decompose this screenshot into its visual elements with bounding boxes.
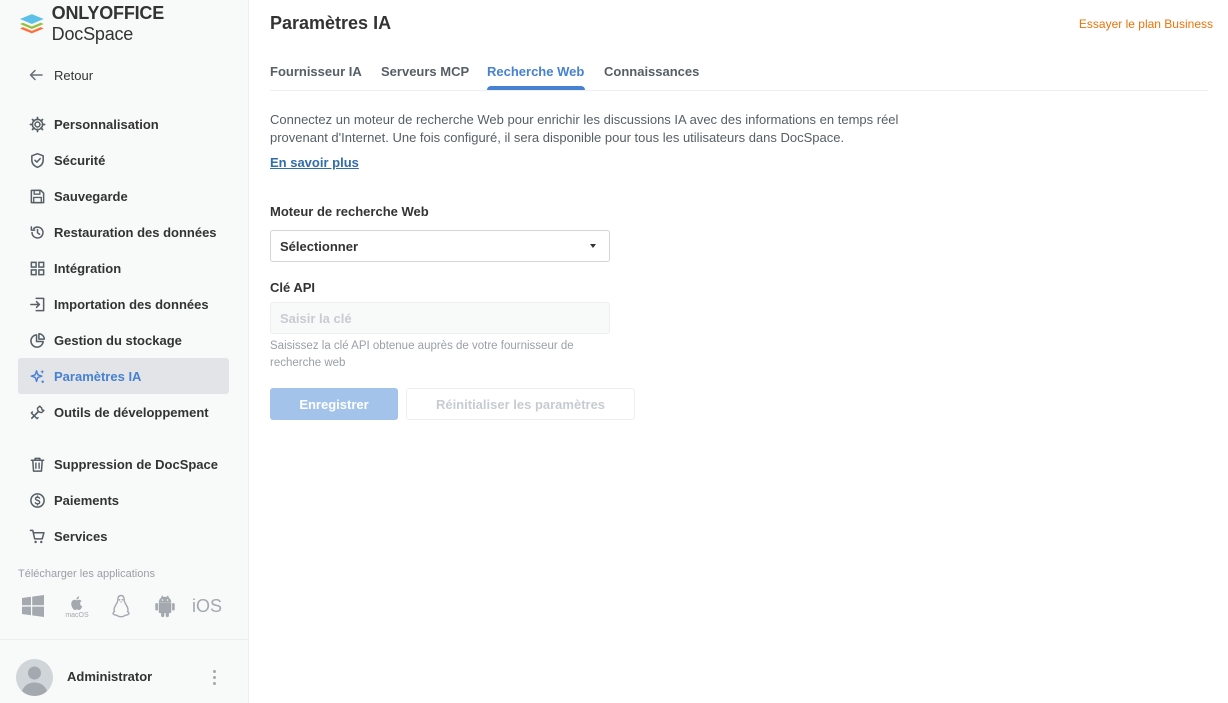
save-button[interactable]: Enregistrer — [270, 388, 398, 420]
dollar-icon — [28, 491, 46, 509]
download-apps-list: macOS iOS — [20, 592, 222, 620]
grid-icon — [28, 259, 46, 277]
sidebar-item-label: Importation des données — [54, 296, 209, 312]
avatar[interactable] — [16, 659, 53, 696]
ai-sparkle-icon — [28, 367, 46, 385]
tab-recherche-web[interactable]: Recherche Web — [487, 64, 584, 79]
chevron-down-icon — [590, 244, 596, 248]
restore-icon — [28, 223, 46, 241]
sidebar-item-restauration[interactable]: Restauration des données — [18, 214, 229, 250]
description: Connectez un moteur de recherche Web pou… — [270, 111, 970, 147]
sidebar-item-label: Sauvegarde — [54, 188, 128, 204]
api-key-input[interactable] — [270, 302, 610, 334]
back-link[interactable]: Retour — [28, 64, 93, 86]
pie-chart-icon — [28, 331, 46, 349]
brand-name: ONLYOFFICE DocSpace — [51, 3, 165, 44]
sidebar-item-outils-developpement[interactable]: Outils de développement — [18, 394, 229, 430]
profile-bar: Administrator — [0, 639, 249, 703]
more-options-icon[interactable] — [206, 666, 222, 688]
reset-settings-button[interactable]: Réinitialiser les paramètres — [406, 388, 635, 420]
arrow-left-icon — [29, 69, 43, 81]
page-title: Paramètres IA — [270, 13, 392, 33]
android-icon[interactable] — [152, 592, 178, 620]
description-line: Connectez un moteur de recherche Web pou… — [270, 112, 899, 127]
ios-icon[interactable]: iOS — [192, 596, 222, 617]
back-label: Retour — [54, 67, 94, 83]
api-key-hint: Saisissez la clé API obtenue auprès de v… — [270, 340, 574, 369]
onlyoffice-logo-icon — [19, 14, 44, 34]
sidebar-item-label: Outils de développement — [54, 404, 209, 420]
sidebar-item-sauvegarde[interactable]: Sauvegarde — [18, 178, 229, 214]
api-key-label: Clé API — [270, 280, 316, 295]
sidebar-item-label: Paramètres IA — [54, 368, 142, 384]
sidebar-item-suppression[interactable]: Suppression de DocSpace — [18, 446, 229, 482]
gear-icon — [28, 115, 46, 133]
macos-caption: macOS — [65, 611, 89, 619]
floppy-disk-icon — [28, 187, 46, 205]
sidebar-item-personnalisation[interactable]: Personnalisation — [18, 106, 229, 142]
sidebar-item-label: Services — [54, 528, 108, 544]
sidebar-item-label: Paiements — [54, 492, 120, 508]
search-engine-label: Moteur de recherche Web — [270, 204, 429, 219]
upgrade-plan-link[interactable]: Essayer le plan Business — [1079, 17, 1213, 31]
sidebar-item-label: Suppression de DocSpace — [54, 456, 218, 472]
settings-tabs: Fournisseur IA Serveurs MCP Recherche We… — [270, 60, 1208, 91]
sidebar-item-parametres-ia[interactable]: Paramètres IA — [18, 358, 229, 394]
sidebar-item-services[interactable]: Services — [18, 518, 229, 554]
search-engine-value: Sélectionner — [280, 238, 359, 254]
windows-icon[interactable] — [20, 592, 46, 620]
shield-icon — [28, 151, 46, 169]
user-name: Administrator — [67, 669, 153, 684]
tab-serveurs-mcp[interactable]: Serveurs MCP — [381, 64, 469, 79]
sidebar-item-integration[interactable]: Intégration — [18, 250, 229, 286]
description-line: provenant d'Internet. Une fois configuré… — [270, 130, 845, 145]
sidebar-item-label: Restauration des données — [54, 224, 217, 240]
tab-fournisseur-ia[interactable]: Fournisseur IA — [270, 64, 362, 79]
import-icon — [28, 295, 46, 313]
sidebar-item-label: Gestion du stockage — [54, 332, 182, 348]
sidebar: ONLYOFFICE DocSpace Retour Personnalisat… — [0, 0, 249, 703]
developer-tools-icon — [28, 403, 46, 421]
learn-more-link[interactable]: En savoir plus — [270, 155, 359, 170]
linux-icon[interactable] — [108, 592, 134, 620]
brand-logo[interactable]: ONLYOFFICE DocSpace — [18, 3, 248, 44]
active-tab-indicator — [487, 86, 585, 90]
tab-connaissances[interactable]: Connaissances — [604, 64, 699, 79]
download-apps-title: Télécharger les applications — [18, 568, 155, 580]
sidebar-item-label: Intégration — [54, 260, 122, 276]
trash-icon — [28, 455, 46, 473]
sidebar-item-label: Personnalisation — [54, 116, 159, 132]
search-engine-select[interactable]: Sélectionner — [270, 230, 610, 262]
cart-icon — [28, 527, 46, 545]
macos-icon[interactable]: macOS — [64, 592, 90, 620]
sidebar-item-stockage[interactable]: Gestion du stockage — [18, 322, 229, 358]
sidebar-item-securite[interactable]: Sécurité — [18, 142, 229, 178]
sidebar-item-paiements[interactable]: Paiements — [18, 482, 229, 518]
sidebar-item-label: Sécurité — [54, 152, 106, 168]
sidebar-item-importation[interactable]: Importation des données — [18, 286, 229, 322]
